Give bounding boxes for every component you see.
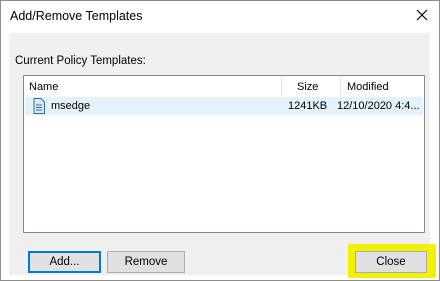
remove-button[interactable]: Remove (107, 251, 185, 273)
column-name[interactable]: Name (29, 81, 58, 93)
close-icon[interactable] (413, 6, 431, 24)
item-size: 1241KB (288, 100, 328, 112)
section-label: Current Policy Templates: (15, 55, 146, 67)
column-size[interactable]: Size (297, 81, 318, 93)
column-modified[interactable]: Modified (347, 81, 389, 93)
templates-list[interactable]: Name Size Modified msedge 1241KB 12/10/2… (23, 75, 425, 233)
title-bar: Add/Remove Templates (1, 1, 439, 33)
item-name: msedge (51, 100, 91, 112)
add-button[interactable]: Add... (28, 251, 101, 273)
list-item[interactable]: msedge 1241KB 12/10/2020 4:4... (25, 97, 423, 115)
adm-file-icon (33, 98, 45, 114)
window-title: Add/Remove Templates (10, 9, 143, 23)
column-divider[interactable] (281, 76, 282, 96)
list-header: Name Size Modified (24, 76, 424, 96)
column-divider[interactable] (340, 76, 341, 96)
close-button[interactable]: Close (355, 251, 427, 273)
item-modified: 12/10/2020 4:4... (337, 100, 420, 112)
